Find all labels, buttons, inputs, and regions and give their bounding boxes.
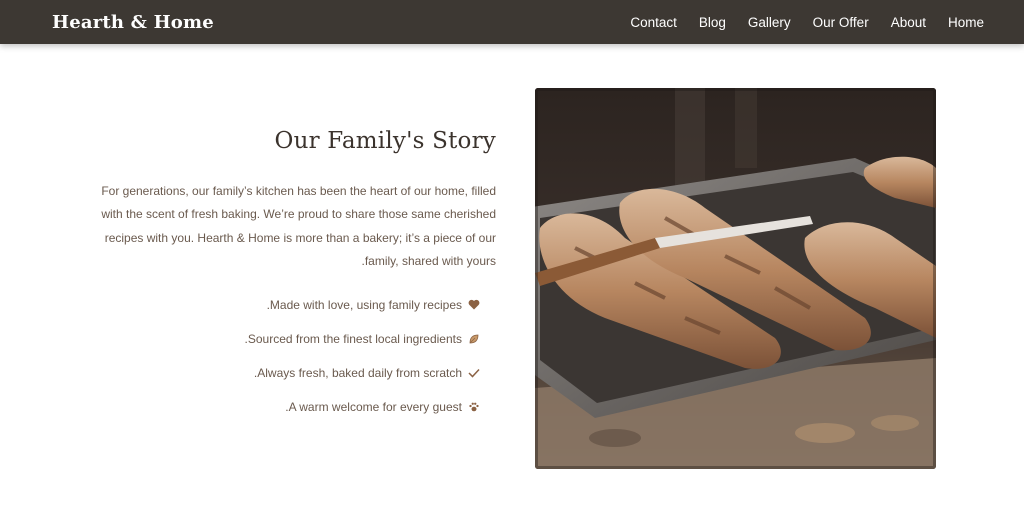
nav-link-blog[interactable]: Blog	[699, 15, 726, 30]
nav-link-contact[interactable]: Contact	[630, 15, 677, 30]
leaf-icon	[466, 333, 482, 345]
navbar: Hearth & Home Contact Blog Gallery Our O…	[0, 0, 1024, 44]
paw-icon	[466, 401, 482, 413]
nav-link-home[interactable]: Home	[948, 15, 984, 30]
feature-text: A warm welcome for every guest.	[285, 399, 462, 414]
nav-links: Contact Blog Gallery Our Offer About Hom…	[608, 15, 984, 30]
feature-list: Made with love, using family recipes. So…	[90, 288, 496, 424]
feature-text: Made with love, using family recipes.	[266, 297, 462, 312]
brand-logo[interactable]: Hearth & Home	[52, 12, 214, 33]
check-icon	[466, 368, 482, 378]
nav-link-about[interactable]: About	[891, 15, 926, 30]
feature-item: Sourced from the finest local ingredient…	[90, 322, 482, 356]
nav-link-our-offer[interactable]: Our Offer	[813, 15, 869, 30]
story-title: Our Family's Story	[274, 128, 496, 154]
nav-link-gallery[interactable]: Gallery	[748, 15, 791, 30]
feature-text: Sourced from the finest local ingredient…	[244, 331, 462, 346]
feature-item: Always fresh, baked daily from scratch.	[90, 356, 482, 390]
feature-item: Made with love, using family recipes.	[90, 288, 482, 322]
heart-icon	[466, 299, 482, 310]
feature-item: A warm welcome for every guest.	[90, 390, 482, 424]
feature-text: Always fresh, baked daily from scratch.	[253, 365, 462, 380]
story-body: For generations, our family’s kitchen ha…	[101, 183, 496, 269]
bread-photo	[535, 88, 936, 469]
story-section: Our Family's Story For generations, our …	[90, 128, 496, 424]
